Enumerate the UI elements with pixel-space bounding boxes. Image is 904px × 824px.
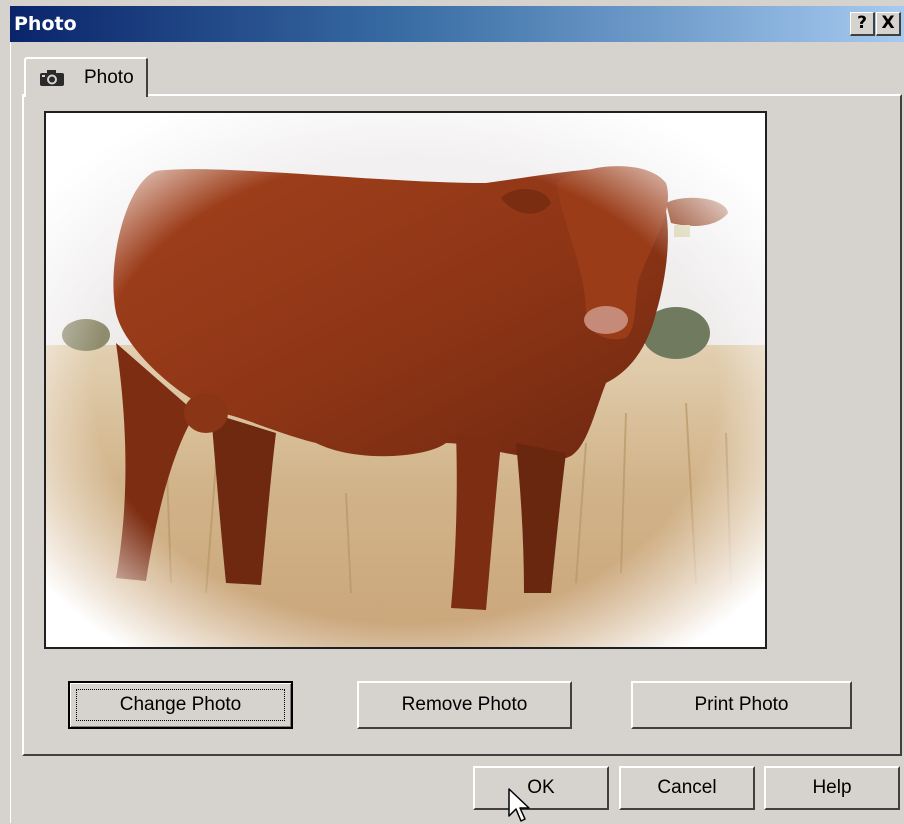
remove-photo-button[interactable]: Remove Photo [357,681,572,729]
print-photo-button[interactable]: Print Photo [631,681,852,729]
help-label: Help [812,777,852,798]
help-caption-button[interactable]: ? [850,12,875,36]
change-photo-label: Change Photo [119,694,242,715]
change-photo-button[interactable]: Change Photo [68,681,293,729]
photo-preview [44,111,767,649]
cancel-label: Cancel [657,777,717,798]
tab-photo[interactable]: Photo [24,57,148,97]
tab-photo-label: Photo [84,67,134,88]
window-title: Photo [14,13,77,35]
help-button[interactable]: Help [764,766,900,810]
print-photo-label: Print Photo [694,694,789,715]
ok-button[interactable]: OK [473,766,609,810]
close-caption-button[interactable]: X [876,12,901,36]
remove-photo-label: Remove Photo [401,694,528,715]
photo-image [46,113,765,647]
camera-icon [40,70,64,86]
cancel-button[interactable]: Cancel [619,766,755,810]
title-bar[interactable]: Photo ? X [10,6,904,42]
mouse-cursor-icon [508,788,530,822]
